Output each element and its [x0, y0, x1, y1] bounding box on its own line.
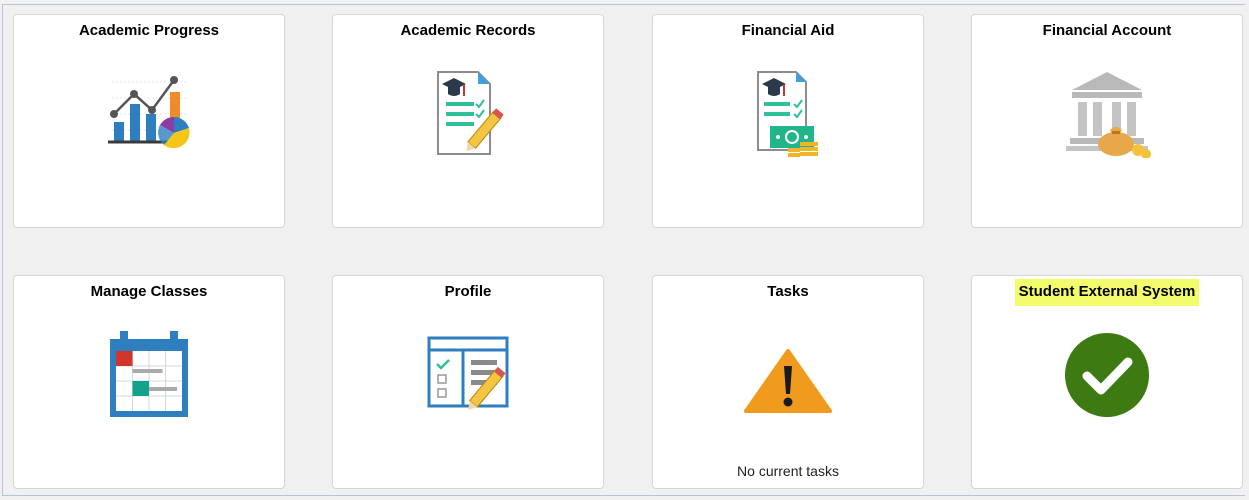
checkmark-icon — [1065, 333, 1149, 417]
money-certificate-icon — [757, 71, 818, 157]
tile-student-external-system[interactable]: Student External System — [971, 275, 1243, 489]
tile-title: Financial Aid — [741, 22, 835, 39]
calendar-icon — [110, 331, 188, 417]
tile-title: Student External System — [1014, 279, 1200, 306]
tile-title: Tasks — [767, 283, 809, 300]
tile-title: Manage Classes — [90, 283, 208, 300]
tile-title: Academic Records — [400, 22, 536, 39]
tile-profile[interactable]: Profile — [332, 275, 604, 489]
tile-title: Profile — [444, 283, 492, 300]
tile-financial-account[interactable]: Financial Account — [971, 14, 1243, 228]
tile-academic-progress[interactable]: Academic Progress — [13, 14, 285, 228]
tile-title: Academic Progress — [78, 22, 220, 39]
chart-icon — [108, 76, 190, 149]
tile-tasks[interactable]: Tasks No current tasks — [652, 275, 924, 489]
tile-academic-records[interactable]: Academic Records — [332, 14, 604, 228]
tile-title: Financial Account — [1042, 22, 1172, 39]
warning-icon — [744, 349, 832, 413]
no-tasks-message: No current tasks — [737, 463, 839, 479]
certificate-icon — [437, 71, 504, 155]
bank-icon — [1066, 72, 1151, 158]
tile-manage-classes[interactable]: Manage Classes — [13, 275, 285, 489]
profile-form-icon — [427, 336, 509, 410]
tile-financial-aid[interactable]: Financial Aid — [652, 14, 924, 228]
